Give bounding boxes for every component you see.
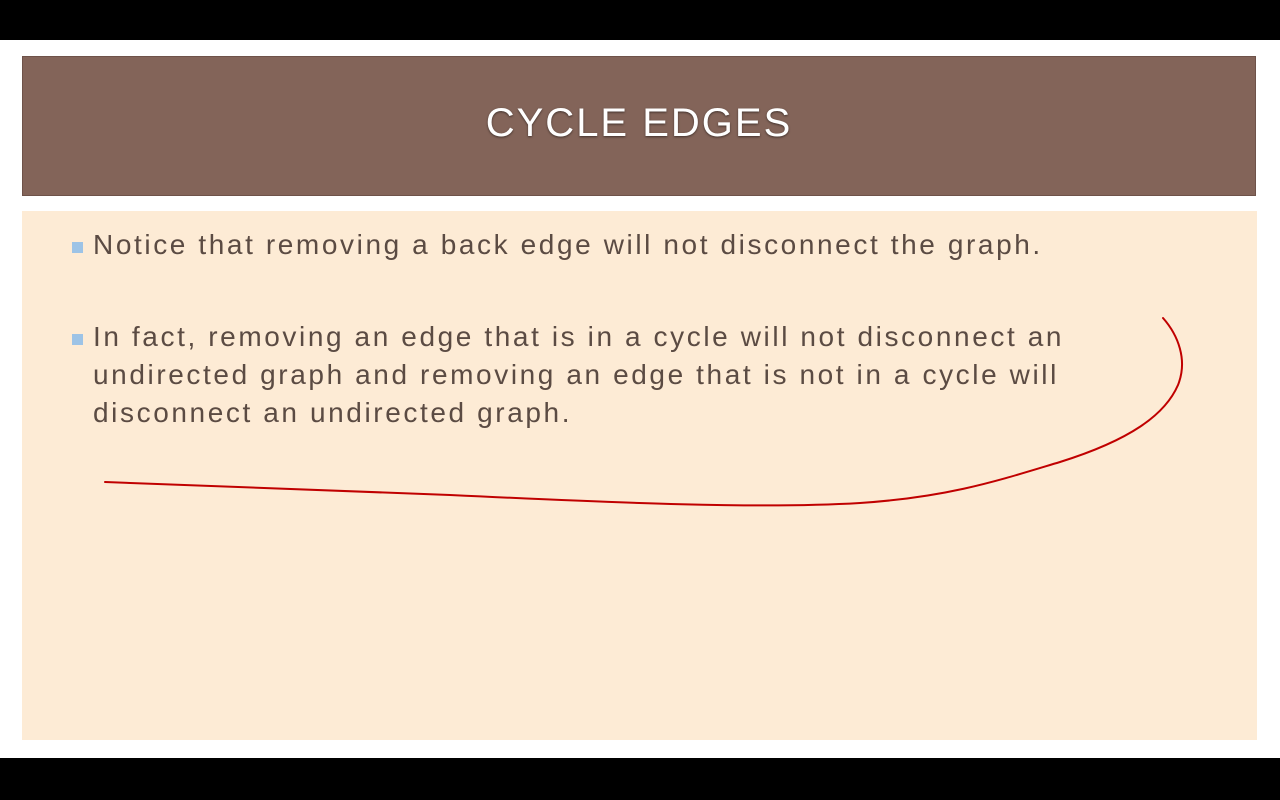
red-ink-stroke [104,317,1183,507]
pen-annotation [104,317,1183,507]
